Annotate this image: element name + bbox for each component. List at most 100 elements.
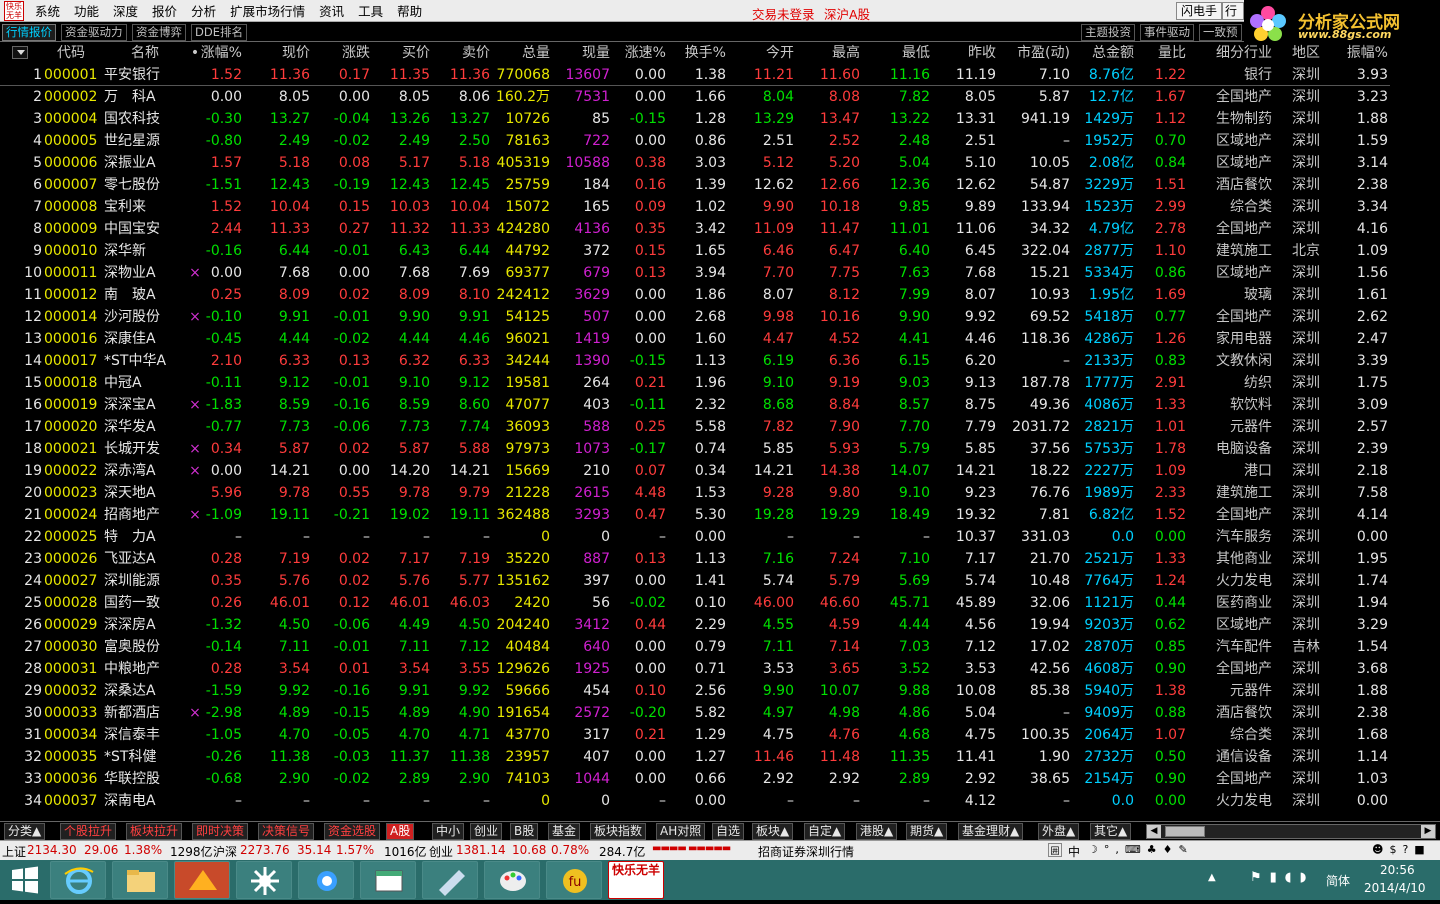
tab-quotes[interactable]: 行情报价 bbox=[2, 24, 56, 41]
tray-expand-icon[interactable]: ▲ bbox=[1208, 872, 1216, 883]
column-header[interactable]: 换手% bbox=[678, 42, 726, 64]
column-header[interactable]: 现量 bbox=[556, 42, 610, 64]
column-header[interactable]: 昨收 bbox=[940, 42, 996, 64]
category-tab[interactable]: 港股▲ bbox=[856, 823, 898, 840]
happy-app-taskbar-icon[interactable]: 快乐无羊 bbox=[608, 861, 664, 899]
table-row[interactable]: 13 000016 深康佳A -0.45 4.44 -0.02 4.44 4.46 96021 1… bbox=[0, 328, 1390, 350]
category-tab[interactable]: 板块▲ bbox=[752, 823, 794, 840]
column-header[interactable]: 涨幅% bbox=[196, 42, 242, 64]
category-tab[interactable]: 创业 bbox=[470, 823, 503, 840]
menu-function[interactable]: 功能 bbox=[67, 1, 106, 20]
category-tab[interactable]: 外盘▲ bbox=[1038, 823, 1080, 840]
scroll-left-icon[interactable]: ◀ bbox=[1147, 825, 1161, 838]
category-tab[interactable]: 其它▲ bbox=[1090, 823, 1132, 840]
category-tab[interactable]: 板块拉升 bbox=[126, 823, 183, 840]
table-row[interactable]: 3 000004 国农科技 -0.30 13.27 -0.04 13.26 13.27 1072… bbox=[0, 108, 1390, 130]
table-row[interactable]: 19 000022 深赤湾A × 0.00 14.21 0.00 14.20 14.21 1566… bbox=[0, 460, 1390, 482]
category-tab[interactable]: 分类▲ bbox=[4, 823, 46, 840]
column-header[interactable]: 总金额 bbox=[1076, 42, 1134, 64]
table-row[interactable]: 24 000027 深圳能源 0.35 5.76 0.02 5.76 5.77 135162 39… bbox=[0, 570, 1390, 592]
table-row[interactable]: 18 000021 长城开发 × 0.34 5.87 0.02 5.87 5.88 97973 10… bbox=[0, 438, 1390, 460]
table-row[interactable]: 17 000020 深华发A -0.77 7.73 -0.06 7.73 7.74 36093 5… bbox=[0, 416, 1390, 438]
table-row[interactable]: 29 000032 深桑达A -1.59 9.92 -0.16 9.91 9.92 59666 4… bbox=[0, 680, 1390, 702]
tray-time[interactable]: 20:56 bbox=[1380, 863, 1415, 877]
window-taskbar-icon[interactable] bbox=[360, 861, 416, 899]
category-tab[interactable]: 个股拉升 bbox=[60, 823, 117, 840]
category-tab[interactable]: 自选 bbox=[712, 823, 745, 840]
menu-quote[interactable]: 报价 bbox=[145, 1, 184, 20]
column-header[interactable]: 现价 bbox=[254, 42, 310, 64]
scroll-right-icon[interactable]: ▶ bbox=[1421, 825, 1435, 838]
tab-event-drive[interactable]: 事件驱动 bbox=[1140, 24, 1194, 41]
table-row[interactable]: 31 000034 深信泰丰 -1.05 4.70 -0.05 4.70 4.71 43770 3… bbox=[0, 724, 1390, 746]
menu-system[interactable]: 系统 bbox=[28, 1, 67, 20]
market-button[interactable]: 行 bbox=[1222, 2, 1244, 20]
table-row[interactable]: 26 000029 深深房A -1.32 4.50 -0.06 4.49 4.50 204240… bbox=[0, 614, 1390, 636]
table-row[interactable]: 9 000010 深华新 -0.16 6.44 -0.01 6.43 6.44 44792 372… bbox=[0, 240, 1390, 262]
ime-mode[interactable]: 中 bbox=[1068, 843, 1080, 860]
column-header[interactable]: 名称 bbox=[104, 42, 186, 64]
horizontal-scrollbar[interactable]: ◀ ▶ bbox=[1146, 824, 1436, 839]
table-row[interactable]: 32 000035 *ST科健 -0.26 11.38 -0.03 11.37 11.38 23… bbox=[0, 746, 1390, 768]
sort-dropdown-icon[interactable] bbox=[12, 46, 28, 59]
market-label[interactable]: 深沪A股 bbox=[824, 4, 870, 23]
table-row[interactable]: 15 000018 中冠A -0.11 9.12 -0.01 9.10 9.12 19581 26… bbox=[0, 372, 1390, 394]
category-tab[interactable]: 决策信号 bbox=[258, 823, 315, 840]
table-row[interactable]: 22 000025 特 力A – – – – – 0 0 – 0.00 – – – 10.37 331.03 0.… bbox=[0, 526, 1390, 548]
category-tab[interactable]: B股 bbox=[510, 823, 539, 840]
category-tab[interactable]: 基金理财▲ bbox=[958, 823, 1024, 840]
table-row[interactable]: 1 000001 平安银行 1.52 11.36 0.17 11.35 11.36 770068… bbox=[0, 64, 1390, 86]
flash-trade-button[interactable]: 闪电手 bbox=[1176, 2, 1223, 20]
explorer-taskbar-icon[interactable] bbox=[112, 861, 168, 899]
qq-browser-taskbar-icon[interactable] bbox=[298, 861, 354, 899]
menu-analysis[interactable]: 分析 bbox=[184, 1, 223, 20]
tab-fund-drive[interactable]: 资金驱动力 bbox=[61, 24, 127, 41]
menu-info[interactable]: 资讯 bbox=[312, 1, 351, 20]
table-row[interactable]: 5 000006 深振业A 1.57 5.18 0.08 5.17 5.18 405319 105… bbox=[0, 152, 1390, 174]
column-header[interactable]: 量比 bbox=[1138, 42, 1186, 64]
table-row[interactable]: 20 000023 深天地A 5.96 9.78 0.55 9.78 9.79 21228 261… bbox=[0, 482, 1390, 504]
column-header[interactable]: 代码 bbox=[44, 42, 98, 64]
menu-tools[interactable]: 工具 bbox=[351, 1, 390, 20]
tray-icons[interactable]: ⚑▮◖◗ bbox=[1250, 870, 1315, 885]
column-header[interactable]: 卖价 bbox=[436, 42, 490, 64]
puzzle-taskbar-icon[interactable] bbox=[236, 861, 292, 899]
table-row[interactable]: 34 000037 深南电A – – – – – 0 0 – 0.00 – – – 4.12 – 0.0 0.00 火… bbox=[0, 790, 1390, 812]
category-tab[interactable]: 自定▲ bbox=[804, 823, 846, 840]
stock-app-taskbar-icon[interactable] bbox=[174, 861, 230, 899]
table-row[interactable]: 30 000033 新都酒店 × -2.98 4.89 -0.15 4.89 4.90 19165… bbox=[0, 702, 1390, 724]
category-tab[interactable]: 期货▲ bbox=[906, 823, 948, 840]
column-header[interactable]: 总量 bbox=[490, 42, 550, 64]
menu-depth[interactable]: 深度 bbox=[106, 1, 145, 20]
tab-fund-game[interactable]: 资金博弈 bbox=[132, 24, 186, 41]
table-row[interactable]: 16 000019 深深宝A × -1.83 8.59 -0.16 8.59 8.60 47077… bbox=[0, 394, 1390, 416]
column-header[interactable]: 涨速% bbox=[618, 42, 666, 64]
windows-start-icon[interactable] bbox=[0, 860, 50, 900]
category-tab[interactable]: 板块指数 bbox=[590, 823, 647, 840]
column-header[interactable]: 地区 bbox=[1292, 42, 1328, 64]
scrollbar-thumb[interactable] bbox=[1165, 826, 1205, 837]
table-row[interactable]: 23 000026 飞亚达A 0.28 7.19 0.02 7.17 7.19 35220 887… bbox=[0, 548, 1390, 570]
table-row[interactable]: 8 000009 中国宝安 2.44 11.33 0.27 11.32 11.33 424280… bbox=[0, 218, 1390, 240]
status-icons[interactable]: ☻$?■ bbox=[1372, 843, 1431, 856]
column-header[interactable]: 涨跌 bbox=[320, 42, 370, 64]
ime-tools-icon[interactable]: ☽°,⌨♣♦✎ bbox=[1088, 843, 1194, 856]
table-row[interactable]: 14 000017 *ST中华A 2.10 6.33 0.13 6.32 6.33 34244 1… bbox=[0, 350, 1390, 372]
tab-theme-invest[interactable]: 主题投资 bbox=[1081, 24, 1135, 41]
table-row[interactable]: 25 000028 国药一致 0.26 46.01 0.12 46.01 46.03 2420 5… bbox=[0, 592, 1390, 614]
column-header[interactable]: 最高 bbox=[800, 42, 860, 64]
fund-app-taskbar-icon[interactable]: fu bbox=[546, 861, 602, 899]
column-header[interactable]: 细分行业 bbox=[1200, 42, 1272, 64]
category-tab[interactable]: A股 bbox=[386, 823, 415, 840]
menu-extended-market[interactable]: 扩展市场行情 bbox=[223, 1, 312, 20]
table-row[interactable]: 10 000011 深物业A × 0.00 7.68 0.00 7.68 7.69 69377 67… bbox=[0, 262, 1390, 284]
column-header[interactable]: 最低 bbox=[872, 42, 930, 64]
table-row[interactable]: 2 000002 万 科A 0.00 8.05 0.00 8.05 8.06 160.2万 753… bbox=[0, 86, 1390, 108]
category-tab[interactable]: 中小 bbox=[432, 823, 465, 840]
table-row[interactable]: 28 000031 中粮地产 0.28 3.54 0.01 3.54 3.55 129626 19… bbox=[0, 658, 1390, 680]
column-header[interactable]: 今开 bbox=[738, 42, 794, 64]
table-row[interactable]: 11 000012 南 玻A 0.25 8.09 0.02 8.09 8.10 242412 36… bbox=[0, 284, 1390, 306]
menu-help[interactable]: 帮助 bbox=[390, 1, 429, 20]
category-tab[interactable]: 资金选股 bbox=[324, 823, 381, 840]
tab-dde-rank[interactable]: DDE排名 bbox=[191, 24, 247, 41]
